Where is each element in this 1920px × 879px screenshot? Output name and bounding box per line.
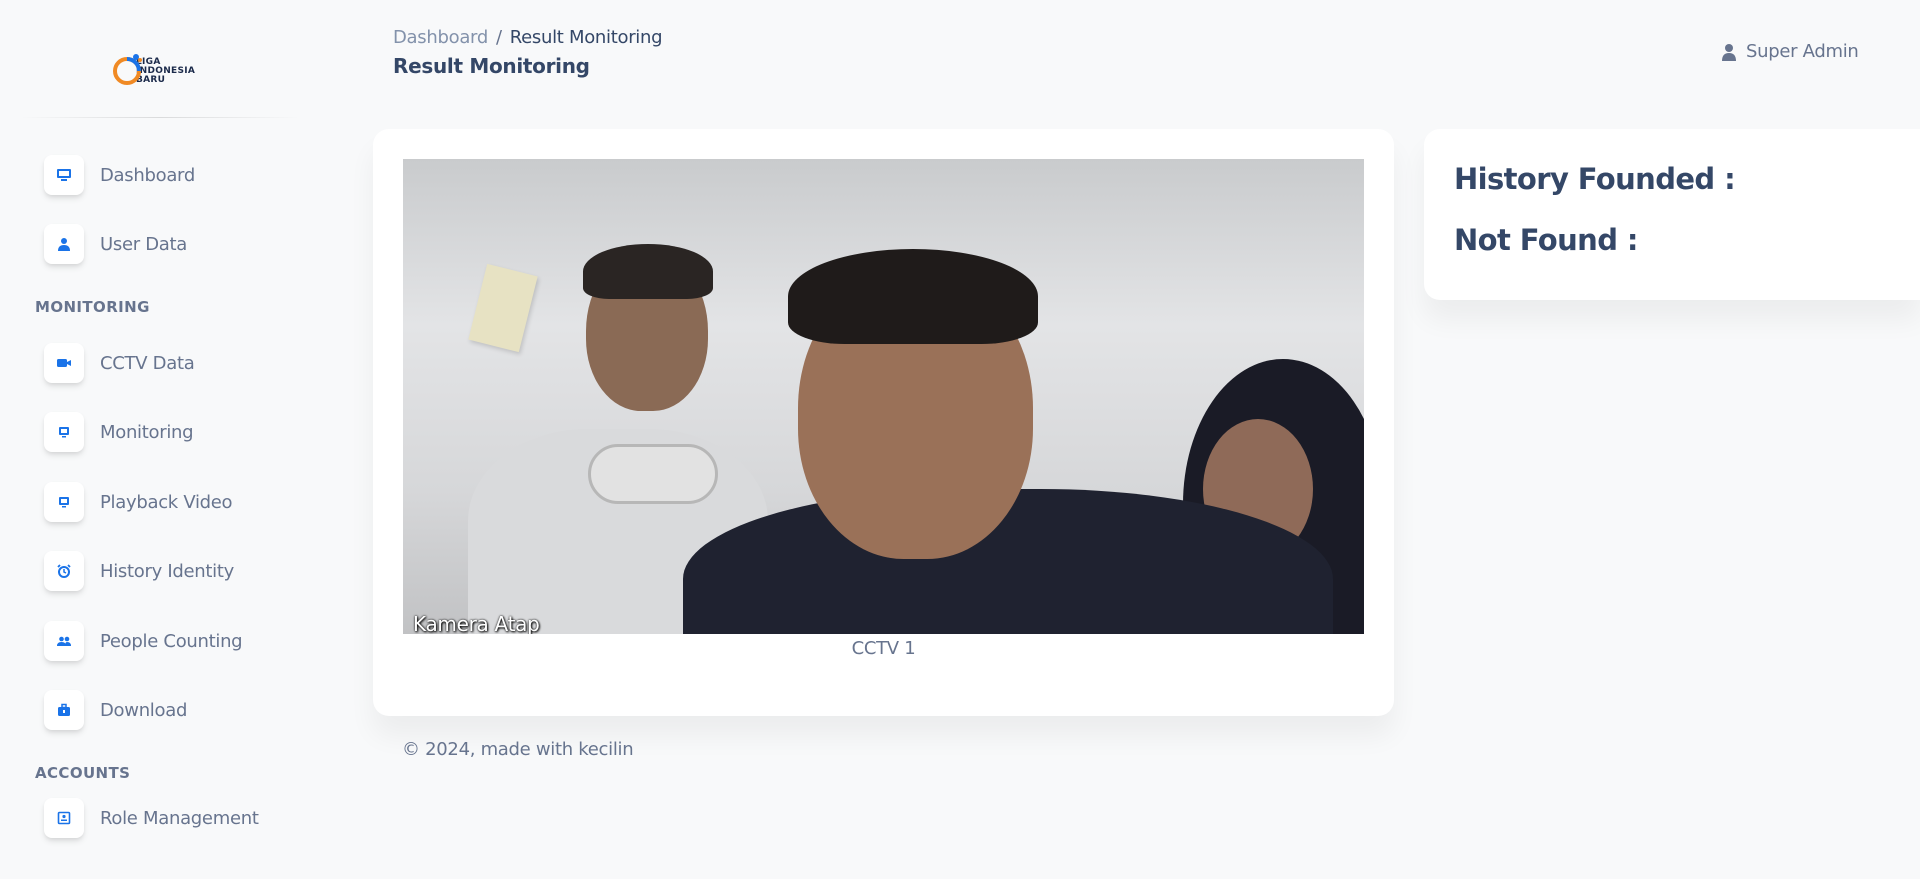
user-icon bbox=[1722, 43, 1736, 61]
wall-plate bbox=[468, 263, 538, 353]
user-name: Super Admin bbox=[1746, 41, 1859, 62]
sidebar-item-dashboard[interactable]: Dashboard bbox=[44, 155, 304, 195]
users-icon bbox=[44, 621, 84, 661]
history-founded-label: History Founded : bbox=[1454, 162, 1736, 196]
monitor-icon bbox=[44, 155, 84, 195]
person-1-hair bbox=[583, 244, 713, 299]
cctv-caption: CCTV 1 bbox=[851, 638, 916, 659]
alarm-clock-icon bbox=[44, 551, 84, 591]
sidebar-item-download[interactable]: Download bbox=[44, 690, 304, 730]
sidebar-item-history-identity[interactable]: History Identity bbox=[44, 551, 304, 591]
sidebar-item-people-counting[interactable]: People Counting bbox=[44, 621, 304, 661]
sidebar: LIGA INDONESIA BARU Dashboard User Data … bbox=[0, 0, 320, 879]
breadcrumb: Dashboard / Result Monitoring bbox=[393, 27, 663, 48]
video-camera-icon bbox=[44, 343, 84, 383]
tv-icon bbox=[44, 482, 84, 522]
user-menu[interactable]: Super Admin bbox=[1721, 41, 1859, 62]
sidebar-item-user-data[interactable]: User Data bbox=[44, 224, 304, 264]
section-title-accounts: ACCOUNTS bbox=[35, 764, 131, 782]
sidebar-item-role-management[interactable]: Role Management bbox=[44, 798, 304, 838]
liga-logo-icon bbox=[113, 54, 142, 85]
sidebar-item-label: History Identity bbox=[100, 560, 234, 582]
sidebar-item-cctv-data[interactable]: CCTV Data bbox=[44, 343, 304, 383]
sidebar-item-playback-video[interactable]: Playback Video bbox=[44, 482, 304, 522]
id-card-icon bbox=[44, 798, 84, 838]
person-2-hair bbox=[788, 249, 1038, 344]
sidebar-item-label: Download bbox=[100, 699, 188, 721]
sidebar-item-label: Dashboard bbox=[100, 164, 195, 186]
result-stats-card: History Founded : Not Found : bbox=[1424, 129, 1920, 300]
sidebar-divider bbox=[20, 117, 300, 118]
sidebar-item-monitoring[interactable]: Monitoring bbox=[44, 412, 304, 452]
breadcrumb-current: Result Monitoring bbox=[509, 27, 663, 48]
page-title: Result Monitoring bbox=[393, 54, 590, 78]
cctv-card: Kamera Atap CCTV 1 bbox=[373, 129, 1394, 716]
section-title-monitoring: MONITORING bbox=[35, 298, 150, 316]
sidebar-item-label: User Data bbox=[100, 233, 188, 255]
user-icon bbox=[44, 224, 84, 264]
tv-icon bbox=[44, 412, 84, 452]
briefcase-icon bbox=[44, 690, 84, 730]
sidebar-item-label: Playback Video bbox=[100, 491, 233, 513]
sidebar-item-label: Role Management bbox=[100, 807, 259, 829]
cctv-video-stream[interactable]: Kamera Atap bbox=[403, 159, 1364, 634]
sidebar-item-label: CCTV Data bbox=[100, 352, 195, 374]
headphones bbox=[588, 444, 718, 504]
breadcrumb-root-link[interactable]: Dashboard bbox=[393, 27, 488, 48]
brand-logo[interactable]: LIGA INDONESIA BARU bbox=[112, 48, 212, 90]
footer-copyright: © 2024, made with kecilin bbox=[402, 739, 634, 760]
not-found-label: Not Found : bbox=[1454, 223, 1638, 257]
breadcrumb-separator: / bbox=[495, 27, 502, 48]
camera-overlay-label: Kamera Atap bbox=[413, 612, 540, 634]
sidebar-item-label: People Counting bbox=[100, 630, 243, 652]
sidebar-item-label: Monitoring bbox=[100, 421, 194, 443]
